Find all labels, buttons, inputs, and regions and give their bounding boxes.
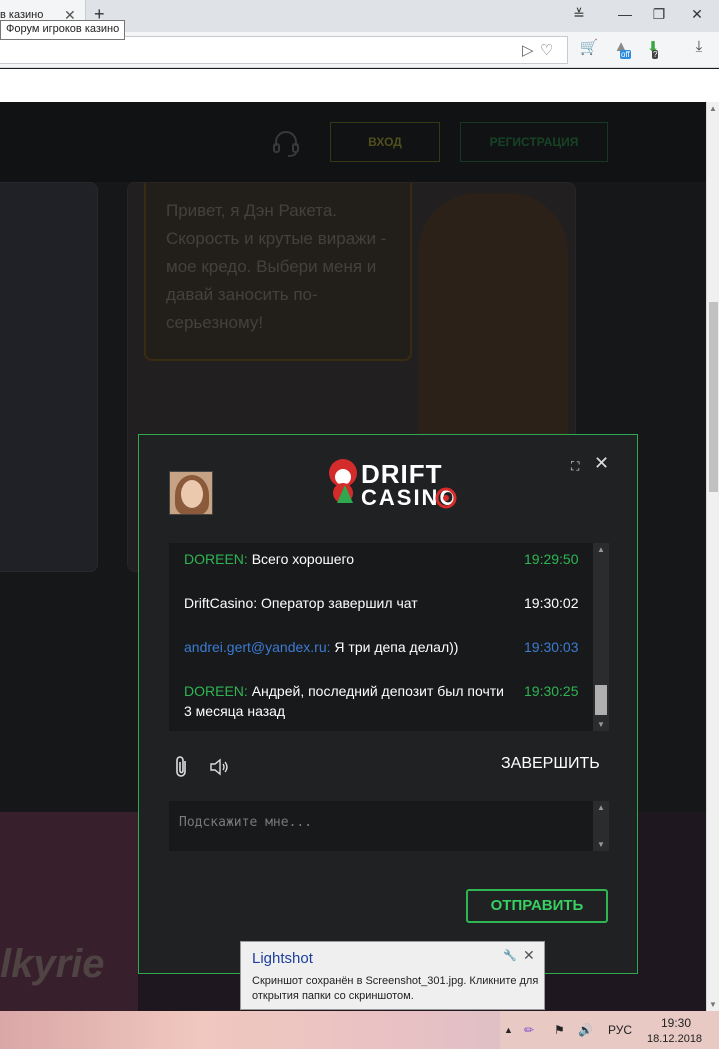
lightshot-message: Скриншот сохранён в Screenshot_301.jpg. … (252, 975, 539, 1002)
tab-tooltip: Форум игроков казино (0, 20, 126, 40)
chat-message: DOREEN: Андрей, последний депозит был по… (184, 681, 594, 721)
send-arrow-icon[interactable]: ▷ (522, 41, 534, 59)
address-bar[interactable]: ▷ ♡ (0, 36, 568, 64)
page-top-strip (0, 69, 719, 102)
flag-icon[interactable]: ⚑ (554, 1023, 565, 1037)
favorite-heart-icon[interactable]: ♡ (540, 41, 553, 59)
unknown-badge: ? (652, 50, 659, 59)
maximize-button[interactable]: ❐ (648, 6, 670, 23)
chat-close-icon[interactable]: ✕ (594, 454, 610, 472)
message-author: DriftCasino: (184, 595, 258, 611)
input-scrollbar[interactable]: ▲ ▼ (593, 801, 609, 851)
chat-message: andrei.gert@yandex.ru: Я три депа делал)… (184, 637, 594, 657)
notification-close-icon[interactable]: ✕ (523, 947, 535, 964)
operator-avatar (169, 471, 213, 515)
scroll-up-icon[interactable]: ▲ (597, 545, 605, 554)
chat-message: DOREEN: Всего хорошего 19:29:50 (184, 549, 594, 569)
target-logo-icon (435, 487, 457, 509)
message-input-wrap: ▲ ▼ (169, 801, 609, 851)
scroll-down-icon[interactable]: ▼ (597, 840, 605, 849)
lightshot-title: Lightshot (252, 950, 313, 967)
vpn-off-badge: off (620, 50, 631, 59)
lightshot-tray-icon[interactable]: ✏ (524, 1023, 534, 1037)
message-author: DOREEN: (184, 683, 248, 699)
show-hidden-icons[interactable]: ▲ (504, 1025, 513, 1035)
clock-date[interactable]: 18.12.2018 (647, 1033, 702, 1045)
tabs-menu-icon[interactable]: ≚ (568, 6, 590, 23)
speaker-icon[interactable] (209, 757, 229, 777)
message-time: 19:30:03 (524, 639, 579, 655)
scroll-down-icon[interactable]: ▼ (597, 720, 605, 729)
scroll-up-icon[interactable]: ▲ (597, 803, 605, 812)
drift-casino-logo: DRIFT CASINO (325, 455, 457, 511)
message-author: DOREEN: (184, 551, 248, 567)
expand-icon[interactable]: ⛶ (571, 459, 585, 473)
chat-messages: DOREEN: Всего хорошего 19:29:50 DriftCas… (169, 543, 609, 731)
end-chat-button[interactable]: ЗАВЕРШИТЬ (501, 755, 600, 773)
message-text: Оператор завершил чат (261, 595, 418, 611)
message-text: Я три депа делал)) (334, 639, 459, 655)
message-time: 19:30:25 (524, 683, 579, 699)
paperclip-icon[interactable] (173, 755, 191, 779)
chat-message: DriftCasino: Оператор завершил чат 19:30… (184, 593, 594, 613)
taskbar: ▲ ✏ ⚑ 🔊 РУС 19:30 18.12.2018 (0, 1011, 719, 1049)
download-extension-icon[interactable]: ⬇? (642, 38, 664, 60)
volume-icon[interactable]: 🔊 (578, 1023, 593, 1037)
cart-icon[interactable]: 🛒 (578, 38, 600, 60)
pin-icon[interactable]: 🔧 (503, 949, 517, 962)
scroll-up-icon[interactable]: ▲ (709, 104, 717, 113)
avatar-face (181, 480, 203, 508)
message-time: 19:30:02 (524, 595, 579, 611)
message-text: Всего хорошего (251, 551, 355, 567)
downloads-icon[interactable]: ⤓ (688, 38, 710, 60)
message-author[interactable]: andrei.gert@yandex.ru: (184, 639, 331, 655)
live-chat-window: DRIFT CASINO ⛶ ✕ DOREEN: Всего хорошего … (138, 434, 638, 974)
taskbar-background (0, 1011, 500, 1049)
messages-scrollbar-thumb[interactable] (595, 685, 607, 715)
minimize-button[interactable]: — (614, 6, 636, 22)
scrollbar-thumb[interactable] (709, 302, 718, 492)
message-time: 19:29:50 (524, 551, 579, 567)
clock-time[interactable]: 19:30 (661, 1016, 691, 1030)
message-input[interactable] (169, 801, 591, 851)
santa-logo-icon (329, 459, 357, 503)
page-scrollbar[interactable]: ▲ ▼ (706, 102, 719, 1011)
language-indicator[interactable]: РУС (608, 1023, 632, 1037)
vpn-extension-icon[interactable]: ▲ off (610, 38, 632, 60)
close-window-button[interactable]: ✕ (686, 6, 708, 23)
messages-scrollbar[interactable]: ▲ ▼ (593, 543, 609, 731)
scroll-down-icon[interactable]: ▼ (709, 1000, 717, 1009)
send-button[interactable]: ОТПРАВИТЬ (466, 889, 608, 923)
lightshot-notification[interactable]: Lightshot 🔧 ✕ Скриншот сохранён в Screen… (240, 941, 545, 1010)
